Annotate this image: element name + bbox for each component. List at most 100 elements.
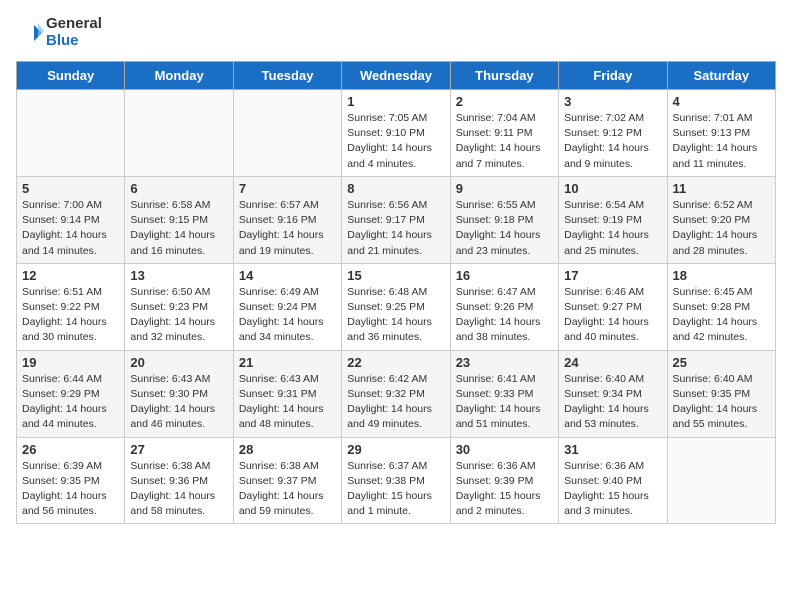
day-number: 21 bbox=[239, 355, 336, 370]
calendar-cell: 13Sunrise: 6:50 AM Sunset: 9:23 PM Dayli… bbox=[125, 263, 233, 350]
day-info: Sunrise: 6:40 AM Sunset: 9:35 PM Dayligh… bbox=[673, 372, 770, 433]
calendar-cell: 31 Sunrise: 6:36 AM Sunset: 9:40 PM Dayli… bbox=[559, 437, 667, 524]
day-number: 9 bbox=[456, 181, 553, 196]
day-number: 20 bbox=[130, 355, 227, 370]
day-info: Sunrise: 6:52 AM Sunset: 9:20 PM Dayligh… bbox=[673, 198, 770, 259]
day-info: Sunrise: 6:44 AM Sunset: 9:29 PM Dayligh… bbox=[22, 372, 119, 433]
calendar-cell: 30 Sunrise: 6:36 AM Sunset: 9:39 PM Dayli… bbox=[450, 437, 558, 524]
day-info: Sunrise: 6:42 AM Sunset: 9:32 PM Dayligh… bbox=[347, 372, 444, 433]
day-info: Sunrise: 7:05 AM Sunset: 9:10 PM Dayligh… bbox=[347, 111, 444, 172]
calendar-cell: 1Sunrise: 7:05 AM Sunset: 9:10 PM Daylig… bbox=[342, 90, 450, 177]
day-number: 4 bbox=[673, 94, 770, 109]
day-number: 8 bbox=[347, 181, 444, 196]
day-number: 16 bbox=[456, 268, 553, 283]
day-info: Sunrise: 7:01 AM Sunset: 9:13 PM Dayligh… bbox=[673, 111, 770, 172]
calendar-cell: 3 Sunrise: 7:02 AM Sunset: 9:12 PM Daylig… bbox=[559, 90, 667, 177]
calendar-table: SundayMondayTuesdayWednesdayThursdayFrid… bbox=[16, 61, 776, 524]
calendar-cell: 19 Sunrise: 6:44 AM Sunset: 9:29 PM Dayli… bbox=[17, 350, 125, 437]
calendar-cell: 5 Sunrise: 7:00 AM Sunset: 9:14 PM Daylig… bbox=[17, 176, 125, 263]
day-number: 15 bbox=[347, 268, 444, 283]
calendar-cell: 25 Sunrise: 6:40 AM Sunset: 9:35 PM Dayli… bbox=[667, 350, 775, 437]
day-number: 26 bbox=[22, 442, 119, 457]
day-number: 19 bbox=[22, 355, 119, 370]
day-number: 13 bbox=[130, 268, 227, 283]
day-info: Sunrise: 6:57 AM Sunset: 9:16 PM Dayligh… bbox=[239, 198, 336, 259]
day-info: Sunrise: 7:04 AM Sunset: 9:11 PM Dayligh… bbox=[456, 111, 553, 172]
day-number: 31 bbox=[564, 442, 661, 457]
calendar-cell: 9Sunrise: 6:55 AM Sunset: 9:18 PM Daylig… bbox=[450, 176, 558, 263]
calendar-cell: 29 Sunrise: 6:37 AM Sunset: 9:38 PM Dayli… bbox=[342, 437, 450, 524]
day-info: Sunrise: 6:36 AM Sunset: 9:40 PM Dayligh… bbox=[564, 459, 661, 520]
logo-bird-icon bbox=[16, 19, 44, 47]
day-number: 3 bbox=[564, 94, 661, 109]
day-number: 11 bbox=[673, 181, 770, 196]
day-info: Sunrise: 6:36 AM Sunset: 9:39 PM Dayligh… bbox=[456, 459, 553, 520]
day-number: 6 bbox=[130, 181, 227, 196]
header-friday: Friday bbox=[559, 62, 667, 90]
day-number: 28 bbox=[239, 442, 336, 457]
day-info: Sunrise: 6:47 AM Sunset: 9:26 PM Dayligh… bbox=[456, 285, 553, 346]
day-info: Sunrise: 6:56 AM Sunset: 9:17 PM Dayligh… bbox=[347, 198, 444, 259]
calendar-week-row: 26 Sunrise: 6:39 AM Sunset: 9:35 PM Dayli… bbox=[17, 437, 776, 524]
day-number: 7 bbox=[239, 181, 336, 196]
calendar-cell: 18Sunrise: 6:45 AM Sunset: 9:28 PM Dayli… bbox=[667, 263, 775, 350]
day-info: Sunrise: 6:48 AM Sunset: 9:25 PM Dayligh… bbox=[347, 285, 444, 346]
day-number: 30 bbox=[456, 442, 553, 457]
calendar-cell: 27 Sunrise: 6:38 AM Sunset: 9:36 PM Dayli… bbox=[125, 437, 233, 524]
day-number: 22 bbox=[347, 355, 444, 370]
day-info: Sunrise: 6:38 AM Sunset: 9:36 PM Dayligh… bbox=[130, 459, 227, 520]
calendar-cell: 23 Sunrise: 6:41 AM Sunset: 9:33 PM Dayli… bbox=[450, 350, 558, 437]
day-info: Sunrise: 6:54 AM Sunset: 9:19 PM Dayligh… bbox=[564, 198, 661, 259]
day-info: Sunrise: 7:02 AM Sunset: 9:12 PM Dayligh… bbox=[564, 111, 661, 172]
day-number: 17 bbox=[564, 268, 661, 283]
calendar-cell: 11 Sunrise: 6:52 AM Sunset: 9:20 PM Dayli… bbox=[667, 176, 775, 263]
day-number: 5 bbox=[22, 181, 119, 196]
calendar-cell: 21 Sunrise: 6:43 AM Sunset: 9:31 PM Dayli… bbox=[233, 350, 341, 437]
day-number: 12 bbox=[22, 268, 119, 283]
day-info: Sunrise: 6:41 AM Sunset: 9:33 PM Dayligh… bbox=[456, 372, 553, 433]
header-tuesday: Tuesday bbox=[233, 62, 341, 90]
calendar-cell: 12 Sunrise: 6:51 AM Sunset: 9:22 PM Dayli… bbox=[17, 263, 125, 350]
header-wednesday: Wednesday bbox=[342, 62, 450, 90]
calendar-cell: 6Sunrise: 6:58 AM Sunset: 9:15 PM Daylig… bbox=[125, 176, 233, 263]
day-number: 10 bbox=[564, 181, 661, 196]
calendar-cell: 20 Sunrise: 6:43 AM Sunset: 9:30 PM Dayli… bbox=[125, 350, 233, 437]
calendar-cell: 7 Sunrise: 6:57 AM Sunset: 9:16 PM Daylig… bbox=[233, 176, 341, 263]
day-info: Sunrise: 6:43 AM Sunset: 9:30 PM Dayligh… bbox=[130, 372, 227, 433]
calendar-cell: 8 Sunrise: 6:56 AM Sunset: 9:17 PM Daylig… bbox=[342, 176, 450, 263]
day-info: Sunrise: 6:37 AM Sunset: 9:38 PM Dayligh… bbox=[347, 459, 444, 520]
day-number: 18 bbox=[673, 268, 770, 283]
day-info: Sunrise: 6:46 AM Sunset: 9:27 PM Dayligh… bbox=[564, 285, 661, 346]
calendar-week-row: 1Sunrise: 7:05 AM Sunset: 9:10 PM Daylig… bbox=[17, 90, 776, 177]
calendar-cell bbox=[233, 90, 341, 177]
header-monday: Monday bbox=[125, 62, 233, 90]
calendar-cell: 17 Sunrise: 6:46 AM Sunset: 9:27 PM Dayli… bbox=[559, 263, 667, 350]
header-sunday: Sunday bbox=[17, 62, 125, 90]
day-number: 2 bbox=[456, 94, 553, 109]
calendar-cell bbox=[125, 90, 233, 177]
calendar-week-row: 19 Sunrise: 6:44 AM Sunset: 9:29 PM Dayli… bbox=[17, 350, 776, 437]
day-number: 24 bbox=[564, 355, 661, 370]
day-number: 27 bbox=[130, 442, 227, 457]
calendar-cell: 16 Sunrise: 6:47 AM Sunset: 9:26 PM Dayli… bbox=[450, 263, 558, 350]
day-number: 23 bbox=[456, 355, 553, 370]
day-info: Sunrise: 6:40 AM Sunset: 9:34 PM Dayligh… bbox=[564, 372, 661, 433]
calendar-cell: 4 Sunrise: 7:01 AM Sunset: 9:13 PM Daylig… bbox=[667, 90, 775, 177]
header-thursday: Thursday bbox=[450, 62, 558, 90]
day-number: 25 bbox=[673, 355, 770, 370]
calendar-week-row: 5 Sunrise: 7:00 AM Sunset: 9:14 PM Daylig… bbox=[17, 176, 776, 263]
logo: General Blue bbox=[16, 16, 102, 49]
day-info: Sunrise: 7:00 AM Sunset: 9:14 PM Dayligh… bbox=[22, 198, 119, 259]
day-number: 29 bbox=[347, 442, 444, 457]
day-info: Sunrise: 6:51 AM Sunset: 9:22 PM Dayligh… bbox=[22, 285, 119, 346]
calendar-cell: 26 Sunrise: 6:39 AM Sunset: 9:35 PM Dayli… bbox=[17, 437, 125, 524]
day-number: 14 bbox=[239, 268, 336, 283]
calendar-cell: 15 Sunrise: 6:48 AM Sunset: 9:25 PM Dayli… bbox=[342, 263, 450, 350]
day-info: Sunrise: 6:39 AM Sunset: 9:35 PM Dayligh… bbox=[22, 459, 119, 520]
calendar-cell: 2 Sunrise: 7:04 AM Sunset: 9:11 PM Daylig… bbox=[450, 90, 558, 177]
calendar-cell bbox=[667, 437, 775, 524]
calendar-header-row: SundayMondayTuesdayWednesdayThursdayFrid… bbox=[17, 62, 776, 90]
calendar-cell: 24 Sunrise: 6:40 AM Sunset: 9:34 PM Dayli… bbox=[559, 350, 667, 437]
page-header: General Blue bbox=[16, 16, 776, 49]
day-info: Sunrise: 6:43 AM Sunset: 9:31 PM Dayligh… bbox=[239, 372, 336, 433]
